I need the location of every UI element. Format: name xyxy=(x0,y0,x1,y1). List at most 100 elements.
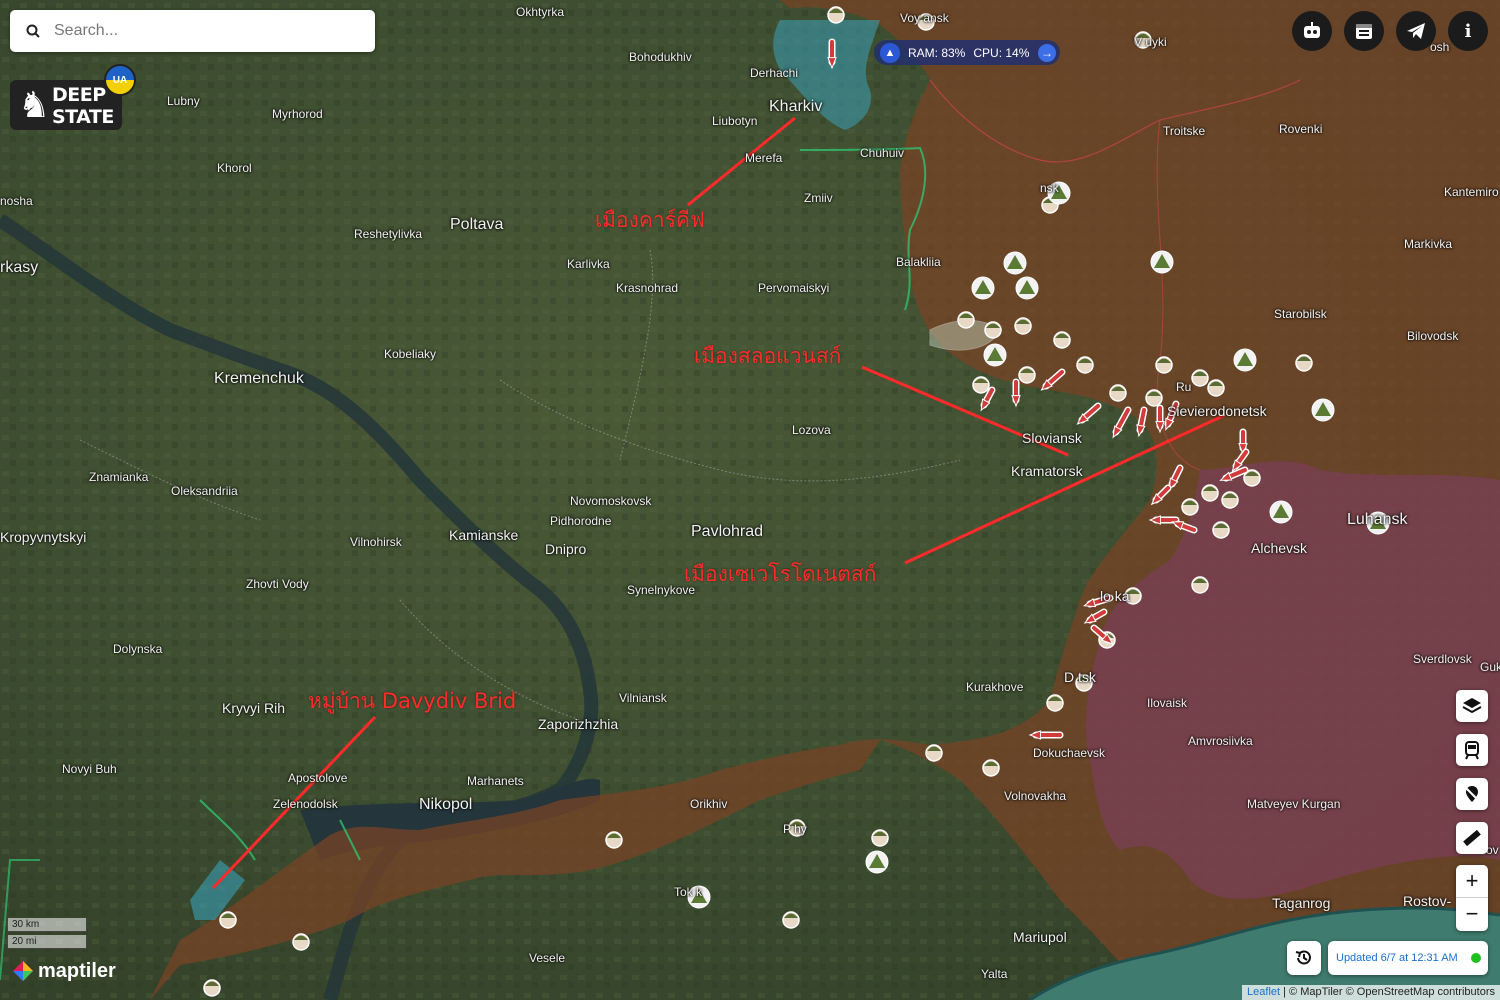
unit-marker-icon[interactable] xyxy=(1212,521,1230,539)
layers-button[interactable] xyxy=(1456,690,1488,722)
unit-marker-icon[interactable] xyxy=(1014,317,1032,335)
unit-marker-icon[interactable] xyxy=(1155,356,1173,374)
unit-marker-icon[interactable] xyxy=(1076,356,1094,374)
unit-marker-icon[interactable] xyxy=(1145,389,1163,407)
map-canvas[interactable] xyxy=(0,0,1500,1000)
place-okhtyrka: Okhtyrka xyxy=(516,5,565,19)
unit-marker-icon[interactable] xyxy=(1221,491,1239,509)
place-sverdlovsk: Sverdlovsk xyxy=(1413,652,1472,666)
place-matveyev-kurgan: Matveyev Kurgan xyxy=(1247,797,1341,811)
transport-button[interactable] xyxy=(1456,734,1488,766)
unit-marker-icon[interactable] xyxy=(925,744,943,762)
search-input[interactable] xyxy=(52,21,375,41)
place-kropyvnytskyi: Kropyvnytskyi xyxy=(0,529,87,545)
place-krasnohrad: Krasnohrad xyxy=(616,281,679,295)
ua-badge[interactable]: UA xyxy=(104,64,136,96)
camp-marker-icon[interactable] xyxy=(971,276,995,300)
location-toggle-button[interactable] xyxy=(1456,778,1488,810)
place-dokuchaevsk: Dokuchaevsk xyxy=(1033,746,1106,760)
camp-marker-icon[interactable] xyxy=(1269,500,1293,524)
camp-marker-icon[interactable] xyxy=(1311,398,1335,422)
history-button[interactable] xyxy=(1287,941,1321,975)
unit-marker-icon[interactable] xyxy=(871,829,889,847)
place-kryvyi-rih: Kryvyi Rih xyxy=(222,700,286,716)
place-markivka: Markivka xyxy=(1404,237,1453,251)
logo-text-line2: STATE xyxy=(52,106,114,128)
scale-mi: 20 mi xyxy=(7,935,87,949)
camp-marker-icon[interactable] xyxy=(1015,276,1039,300)
telegram-icon xyxy=(1407,23,1425,39)
camp-marker-icon[interactable] xyxy=(1233,348,1257,372)
unit-marker-icon[interactable] xyxy=(1109,384,1127,402)
maptiler-logo[interactable]: maptiler xyxy=(12,958,116,984)
place-vesele: Vesele xyxy=(529,951,566,965)
zoom-control[interactable]: + − xyxy=(1456,865,1488,931)
place-zelenodolsk: Zelenodolsk xyxy=(273,797,338,811)
history-icon xyxy=(1295,950,1311,965)
camp-marker-icon[interactable] xyxy=(1003,251,1027,275)
place-merefa: Merefa xyxy=(745,151,783,165)
unit-marker-icon[interactable] xyxy=(203,979,221,997)
unit-marker-icon[interactable] xyxy=(782,911,800,929)
unit-marker-icon[interactable] xyxy=(1046,694,1064,712)
unit-marker-icon[interactable] xyxy=(605,831,623,849)
place-lozova: Lozova xyxy=(792,423,831,437)
rocket-icon: ▲ xyxy=(880,42,900,63)
place-lubny: Lubny xyxy=(167,94,200,108)
attribution: Leaflet | © MapTiler © OpenStreetMap con… xyxy=(1242,985,1500,1000)
robot-icon xyxy=(1304,22,1320,38)
logo-text-line1: DEEP xyxy=(52,84,106,106)
place-rovenki: Rovenki xyxy=(1279,122,1323,136)
zoom-out-button[interactable]: − xyxy=(1456,898,1488,930)
unit-marker-icon[interactable] xyxy=(982,759,1000,777)
system-monitor[interactable]: ▲ RAM: 83% CPU: 14% → xyxy=(874,40,1060,65)
last-updated-text: Updated 6/7 at 12:31 AM xyxy=(1336,952,1458,964)
unit-marker-icon[interactable] xyxy=(292,933,310,951)
layers-icon xyxy=(1462,698,1482,714)
place-zaporizhzhia: Zaporizhzhia xyxy=(538,716,619,732)
place-polohy: P hy xyxy=(783,822,807,836)
place-luhansk: Luhansk xyxy=(1347,511,1408,528)
place-vovchansk: Voy ansk xyxy=(900,11,949,25)
robot-button[interactable] xyxy=(1292,11,1332,51)
arrow-right-icon[interactable]: → xyxy=(1038,43,1056,62)
zoom-in-button[interactable]: + xyxy=(1456,865,1488,898)
unit-marker-icon[interactable] xyxy=(984,321,1002,339)
place-sievierodonetsk: Sievierodonetsk xyxy=(1167,403,1267,419)
place-karlivka: Karlivka xyxy=(567,257,610,271)
info-icon: i xyxy=(1464,20,1472,42)
search-bar[interactable] xyxy=(10,10,375,52)
unit-marker-icon[interactable] xyxy=(219,911,237,929)
leaflet-link[interactable]: Leaflet xyxy=(1247,986,1280,998)
camp-marker-icon[interactable] xyxy=(865,850,889,874)
deepstate-logo[interactable]: ♞ DEEP STATE UA xyxy=(10,64,136,130)
unit-marker-icon[interactable] xyxy=(957,311,975,329)
unit-marker-icon[interactable] xyxy=(827,6,845,24)
unit-marker-icon[interactable] xyxy=(1018,366,1036,384)
last-updated-badge[interactable]: Updated 6/7 at 12:31 AM xyxy=(1328,941,1488,975)
camp-marker-icon[interactable] xyxy=(1150,250,1174,274)
unit-marker-icon[interactable] xyxy=(1207,379,1225,397)
unit-marker-icon[interactable] xyxy=(1053,331,1071,349)
place-nikopol: Nikopol xyxy=(419,796,473,813)
unit-marker-icon[interactable] xyxy=(1191,576,1209,594)
place-zmiiv: Zmiiv xyxy=(804,191,833,205)
place-hrebinka: nosha xyxy=(0,194,33,208)
ruler-button[interactable] xyxy=(1456,822,1488,854)
attribution-rest: | © MapTiler © OpenStreetMap contributor… xyxy=(1280,986,1495,998)
place-apostolove: Apostolove xyxy=(288,771,348,785)
telegram-button[interactable] xyxy=(1396,11,1436,51)
unit-marker-icon[interactable] xyxy=(1295,354,1313,372)
unit-marker-icon[interactable] xyxy=(1201,484,1219,502)
place-alchevsk: Alchevsk xyxy=(1251,540,1308,556)
unit-marker-icon[interactable] xyxy=(972,376,990,394)
place-pidhorodne: Pidhorodne xyxy=(550,514,612,528)
unit-marker-icon[interactable] xyxy=(1181,498,1199,516)
annotation-sloviansk: เมืองสลอแวนสก์ xyxy=(694,344,842,368)
calendar-button[interactable] xyxy=(1344,11,1384,51)
place-balakliia: Balakliia xyxy=(896,255,941,269)
unit-marker-icon[interactable] xyxy=(1191,369,1209,387)
camp-marker-icon[interactable] xyxy=(983,343,1007,367)
place-zhovti-vody: Zhovti Vody xyxy=(246,577,309,591)
info-button[interactable]: i xyxy=(1448,11,1488,51)
